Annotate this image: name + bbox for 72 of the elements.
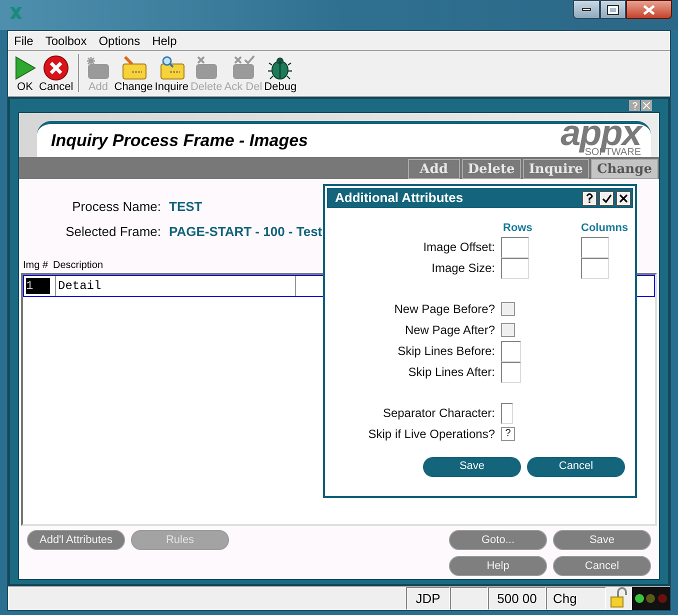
toolbar-button[interactable]: Cancel — [38, 55, 74, 93]
minimize-button[interactable] — [573, 0, 600, 19]
mode-tab[interactable]: Delete — [462, 159, 521, 179]
status-cell: Chg — [546, 587, 606, 610]
field-label: Separator Character: — [382, 405, 495, 422]
action-button[interactable]: Cancel — [553, 556, 651, 576]
menu-item[interactable]: File — [14, 32, 34, 50]
folder-magnifier-icon — [158, 55, 186, 81]
action-button[interactable]: Goto... — [449, 530, 547, 550]
input-field[interactable] — [581, 258, 609, 278]
dialog-title: Additional Attributes — [335, 189, 464, 208]
close-icon — [643, 102, 650, 109]
traffic-light-icon — [632, 587, 670, 610]
checkbox[interactable]: ? — [501, 427, 515, 441]
maximize-icon — [608, 6, 618, 14]
column-header: Description — [53, 259, 104, 273]
mode-tab[interactable]: Change — [590, 159, 658, 179]
toolbar-button[interactable]: Change — [113, 55, 154, 93]
minimize-icon — [582, 8, 591, 11]
close-button[interactable] — [626, 0, 672, 19]
dialog-button[interactable]: Cancel — [527, 456, 625, 476]
status-cell: 500 00 — [488, 587, 546, 610]
input-field[interactable] — [501, 362, 521, 382]
action-button[interactable]: Add'l Attributes — [27, 530, 125, 550]
toolbar-button[interactable]: Inquire — [154, 55, 190, 93]
close-icon — [43, 55, 70, 81]
bug-icon — [268, 55, 292, 81]
menu-item[interactable]: Help — [152, 32, 177, 50]
checkmark-icon — [602, 194, 612, 202]
close-icon — [619, 194, 628, 202]
column-header: Rows — [502, 221, 534, 236]
field-label: Process Name: — [71, 198, 161, 216]
field-label: New Page After? — [404, 322, 495, 339]
field-label: Skip Lines Before: — [396, 343, 495, 360]
input-field[interactable] — [501, 340, 521, 362]
menu-item[interactable]: Options — [98, 32, 140, 50]
menu-item[interactable]: Toolbox — [45, 32, 87, 50]
play-icon — [13, 55, 37, 81]
input-field[interactable] — [501, 236, 529, 258]
close-icon — [643, 4, 655, 14]
field-label: Skip if Live Operations? — [367, 426, 495, 443]
field-value: PAGE-START - 100 - Test — [169, 222, 324, 240]
table-cell: Detail — [56, 276, 296, 296]
action-button[interactable]: Save — [553, 530, 651, 550]
field-label: Image Size: — [430, 260, 495, 277]
toolbar-button[interactable]: Debug — [263, 55, 298, 93]
input-field[interactable] — [501, 402, 513, 424]
status-cell: JDP — [406, 587, 450, 610]
help-button[interactable] — [582, 190, 597, 206]
frame-title: Inquiry Process Frame - Images — [51, 130, 308, 152]
help-icon — [586, 193, 593, 203]
close-button[interactable] — [616, 190, 631, 206]
folder-pencil-icon — [120, 55, 148, 81]
column-header: Columns — [581, 221, 630, 236]
input-field[interactable] — [501, 258, 529, 278]
table-cell: 1 — [26, 278, 50, 294]
help-icon — [632, 102, 638, 110]
x-logo-icon — [8, 6, 24, 20]
field-label: Selected Frame: — [64, 222, 161, 240]
mode-tab[interactable]: Inquire — [522, 159, 589, 179]
maximize-button[interactable] — [600, 0, 626, 19]
field-label: Image Offset: — [422, 239, 495, 256]
dialog-button[interactable]: Save — [423, 456, 521, 476]
mode-tab[interactable]: Add — [408, 159, 460, 179]
confirm-button[interactable] — [599, 190, 614, 206]
field-label: New Page Before? — [393, 301, 495, 318]
action-button[interactable]: Help — [449, 556, 547, 576]
field-label: Skip Lines After: — [407, 364, 495, 381]
padlock-icon — [608, 587, 630, 609]
input-field[interactable] — [581, 236, 609, 258]
column-header: Img # — [22, 259, 50, 273]
toolbar-button[interactable]: OK — [12, 55, 38, 93]
